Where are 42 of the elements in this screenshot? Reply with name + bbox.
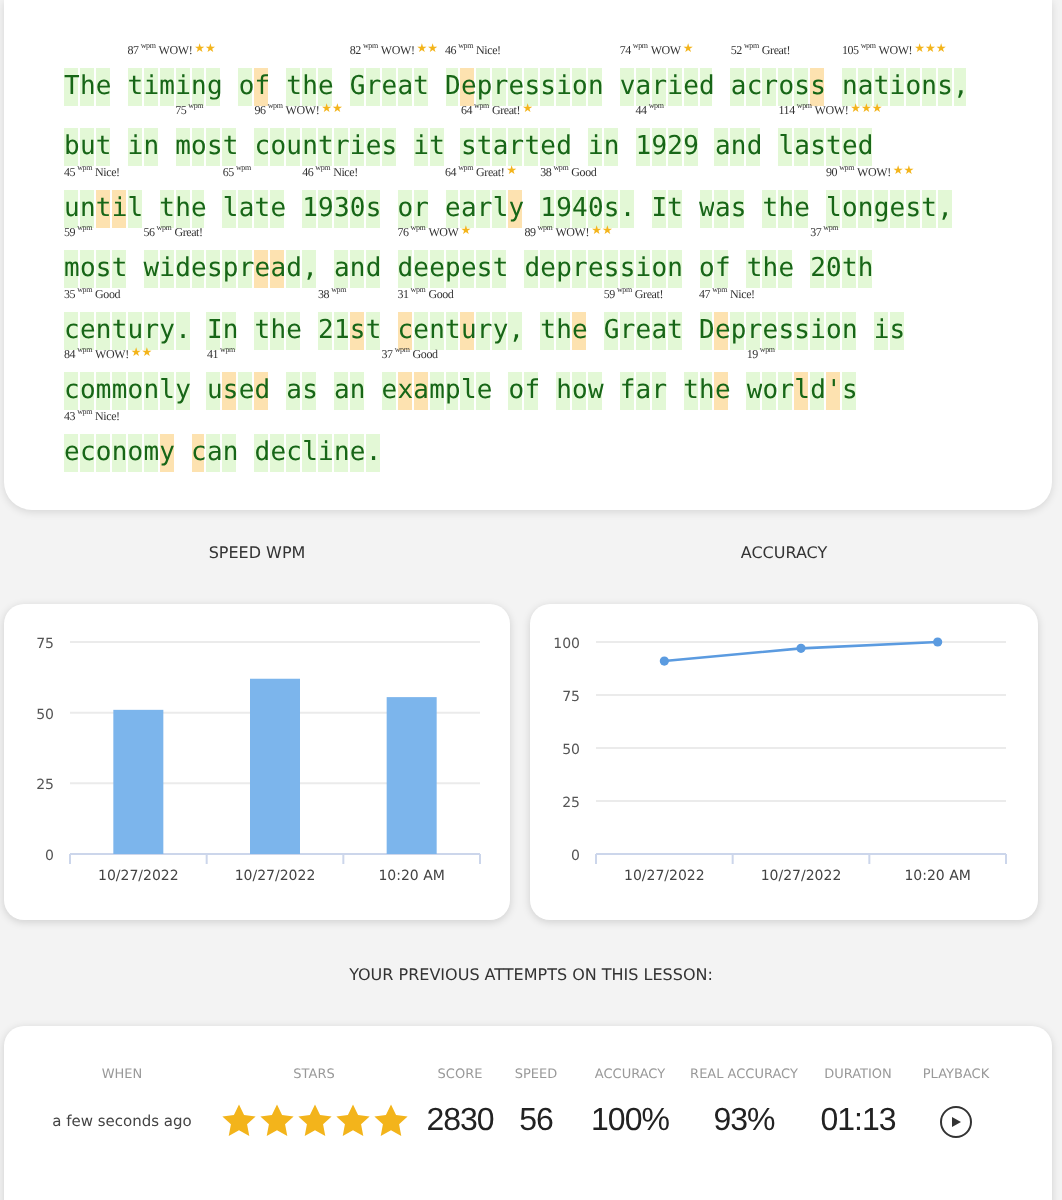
typed-word: of	[508, 372, 541, 410]
typed-word: or	[397, 189, 430, 227]
table-cell: 01:13	[820, 1103, 896, 1139]
play-icon	[950, 1115, 962, 1127]
typed-word: the	[762, 189, 811, 227]
star-icon	[257, 1102, 295, 1140]
table-cell: 2830	[426, 1103, 494, 1139]
typed-word: in	[587, 128, 620, 166]
typed-word: the	[286, 67, 334, 105]
star-icon	[333, 1102, 371, 1140]
typed-word: an	[333, 372, 366, 410]
typed-word: in	[127, 128, 160, 166]
typed-word: the	[254, 311, 303, 349]
chart-title: ACCURACY	[740, 542, 828, 566]
typed-word: the	[159, 189, 207, 227]
table-cell: 100%	[591, 1103, 669, 1139]
star-icon	[295, 1102, 333, 1140]
section-title: YOUR PREVIOUS ATTEMPTS ON THIS LESSON:	[347, 964, 715, 988]
table-cell: 93%	[713, 1103, 775, 1139]
typed-word: it	[413, 128, 445, 166]
star-icon	[371, 1102, 409, 1140]
typed-word: decline.	[254, 433, 382, 471]
typed-word: of	[238, 67, 271, 105]
chart-title: SPEED WPM	[208, 542, 306, 566]
typed-word: was	[699, 189, 747, 227]
star-icon	[219, 1102, 257, 1140]
typed-word: The	[64, 67, 112, 105]
typed-word: the	[683, 372, 731, 410]
typed-word: In	[206, 311, 239, 349]
typed-word: but	[64, 128, 112, 166]
typed-word: It	[651, 189, 684, 227]
play-button[interactable]	[940, 1105, 972, 1137]
typed-word: and	[333, 250, 382, 288]
typed-word: as	[286, 372, 318, 410]
typed-word: how	[556, 372, 604, 410]
typed-word: the	[540, 311, 588, 349]
typed-word: and	[714, 128, 763, 166]
typed-word: is	[873, 311, 906, 349]
typed-word: of	[699, 250, 731, 288]
table-cell: 56	[519, 1103, 553, 1139]
typed-word: the	[746, 250, 795, 288]
typed-word: can	[191, 433, 239, 471]
